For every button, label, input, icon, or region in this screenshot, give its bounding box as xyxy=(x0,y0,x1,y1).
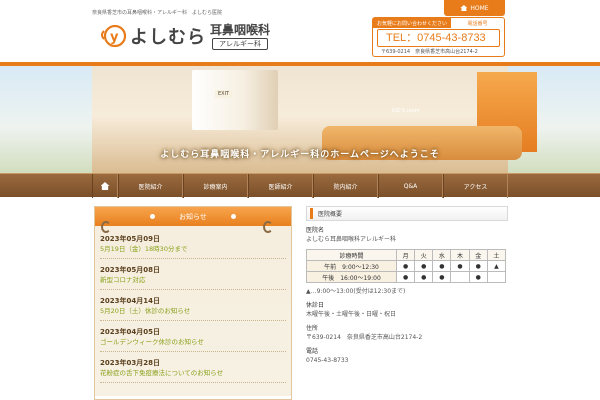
exit-sign: EXIT xyxy=(215,90,233,98)
ring-hook-icon xyxy=(101,221,111,233)
news-date: 2023年04月05日 xyxy=(100,328,160,336)
news-link[interactable]: 5月19日（金）18時30分まで xyxy=(100,244,286,254)
table-cell: ● xyxy=(414,271,434,283)
hero-banner: EXIT KID'S room よしむら耳鼻咽喉科・アレルギー科のホームページへ… xyxy=(0,62,600,173)
kids-room-sign: KID'S room xyxy=(392,108,420,114)
nav-item-qa[interactable]: Q&A xyxy=(378,174,443,198)
news-link[interactable]: 新型コロナ対応 xyxy=(100,275,286,285)
nav-home[interactable] xyxy=(92,174,118,198)
news-header: お知らせ xyxy=(95,207,291,226)
holiday-value: 木曜午後・土曜午後・日曜・祝日 xyxy=(306,311,397,318)
news-item[interactable]: 2023年05月08日 新型コロナ対応 xyxy=(100,265,286,290)
nav-item-services[interactable]: 診療案内 xyxy=(183,174,248,198)
table-cell xyxy=(450,271,470,283)
table-header-cell: 木 xyxy=(450,249,470,261)
hours-note: ▲…9:00～13:00(受付は12:30まで) xyxy=(306,288,406,295)
address-label: 住所 xyxy=(306,325,319,332)
logo-main-text: よしむら xyxy=(130,27,206,48)
nav-item-about[interactable]: 医院紹介 xyxy=(118,174,183,198)
clinic-info-panel: 医院概要 医院名 よしむら耳鼻咽喉科アレルギー科 診療時間 月 火 水 木 金 … xyxy=(306,206,508,400)
table-header-cell: 金 xyxy=(468,249,488,261)
table-row: 午後 16:00～19:00 ● ● ● ● xyxy=(306,271,507,283)
news-item[interactable]: 2023年04月14日 5月20日（土）休診のお知らせ xyxy=(100,296,286,321)
logo-sub1: 耳鼻咽喉科 xyxy=(210,22,271,37)
bullet-icon xyxy=(150,214,156,219)
logo-sub2: アレルギー科 xyxy=(212,37,268,50)
news-link[interactable]: ゴールデンウィーク休診のお知らせ xyxy=(100,337,286,347)
home-label: HOME xyxy=(470,4,489,12)
news-date: 2023年03月28日 xyxy=(100,359,160,367)
table-header-row: 診療時間 月 火 水 木 金 土 xyxy=(306,249,507,261)
news-item[interactable]: 2023年03月28日 花粉症の舌下免疫療法についてのお知らせ xyxy=(100,358,286,383)
phone-number[interactable]: TEL：0745-43-8733 xyxy=(377,29,500,47)
table-cell: ▲ xyxy=(486,260,507,272)
holiday-label: 休診日 xyxy=(306,302,325,309)
news-item[interactable]: 2023年04月05日 ゴールデンウィーク休診のお知らせ xyxy=(100,327,286,352)
table-header-cell: 診療時間 xyxy=(306,249,397,261)
nav-item-facility[interactable]: 院内紹介 xyxy=(313,174,378,198)
contact-head-label: お気軽にお問い合わせください xyxy=(373,18,451,28)
table-header-cell: 土 xyxy=(486,249,507,261)
home-icon xyxy=(100,182,110,190)
info-title: 医院概要 xyxy=(318,211,343,218)
table-cell: ● xyxy=(432,260,452,272)
table-cell: ● xyxy=(395,271,416,283)
header-tagline: 奈良県香芝市の耳鼻咽喉科・アレルギー科 よしむら医院 xyxy=(92,10,223,16)
news-date: 2023年04月14日 xyxy=(100,297,160,305)
address-value: 〒639-0214 奈良県香芝市高山台2174-2 xyxy=(306,334,423,341)
info-header: 医院概要 xyxy=(306,206,508,221)
news-panel: お知らせ 2023年05月09日 5月19日（金）18時30分まで 2023年0… xyxy=(94,206,292,400)
hours-table: 診療時間 月 火 水 木 金 土 午前 9:00～12:30 ● ● ● ● ●… xyxy=(306,249,507,283)
table-header-cell: 月 xyxy=(395,249,416,261)
news-link[interactable]: 花粉症の舌下免疫療法についてのお知らせ xyxy=(100,368,286,378)
table-cell: ● xyxy=(468,260,488,272)
nav-item-doctor[interactable]: 医師紹介 xyxy=(248,174,313,198)
home-icon xyxy=(460,5,468,11)
heading-marker xyxy=(310,208,313,219)
home-button[interactable]: HOME xyxy=(444,0,505,16)
table-cell-time: 午前 9:00～12:30 xyxy=(306,260,397,272)
contact-head-phone: 電話番号 xyxy=(467,20,488,27)
table-cell: ● xyxy=(414,260,434,272)
ring-hook-icon xyxy=(263,221,273,233)
header-address: 〒639-0214 奈良県香芝市高山台2174-2 xyxy=(381,49,478,55)
table-header-cell: 火 xyxy=(414,249,434,261)
site-logo[interactable]: y よしむら 耳鼻咽喉科 アレルギー科 xyxy=(98,19,270,53)
table-cell: ● xyxy=(432,271,452,283)
tel-label: 電話 xyxy=(306,348,319,355)
table-cell: ● xyxy=(450,260,470,272)
news-item[interactable]: 2023年05月09日 5月19日（金）18時30分まで xyxy=(100,234,286,259)
table-row: 午前 9:00～12:30 ● ● ● ● ● ▲ xyxy=(306,260,507,272)
tel-value[interactable]: 0745-43-8733 xyxy=(306,356,508,365)
contact-box: お気軽にお問い合わせください 電話番号 TEL：0745-43-8733 〒63… xyxy=(372,17,505,57)
clinic-name-label: 医院名 xyxy=(306,227,325,234)
table-cell-time: 午後 16:00～19:00 xyxy=(306,271,397,283)
svg-text:y: y xyxy=(110,30,119,45)
news-date: 2023年05月09日 xyxy=(100,235,160,243)
nav-item-access[interactable]: アクセス xyxy=(443,174,508,198)
news-title: お知らせ xyxy=(179,212,207,221)
news-list: 2023年05月09日 5月19日（金）18時30分まで 2023年05月08日… xyxy=(95,226,291,396)
table-cell xyxy=(486,271,507,283)
news-link[interactable]: 5月20日（土）休診のお知らせ xyxy=(100,306,286,316)
ear-logo-icon: y xyxy=(98,21,128,51)
main-nav: 医院紹介 診療案内 医師紹介 院内紹介 Q&A アクセス xyxy=(0,173,600,198)
clinic-name-value: よしむら耳鼻咽喉科アレルギー科 xyxy=(306,236,397,243)
table-cell: ● xyxy=(395,260,416,272)
bullet-icon xyxy=(230,214,236,219)
table-cell: ● xyxy=(468,271,488,283)
news-date: 2023年05月08日 xyxy=(100,266,160,274)
hero-caption: よしむら耳鼻咽喉科・アレルギー科のホームページへようこそ xyxy=(160,150,440,160)
table-header-cell: 水 xyxy=(432,249,452,261)
